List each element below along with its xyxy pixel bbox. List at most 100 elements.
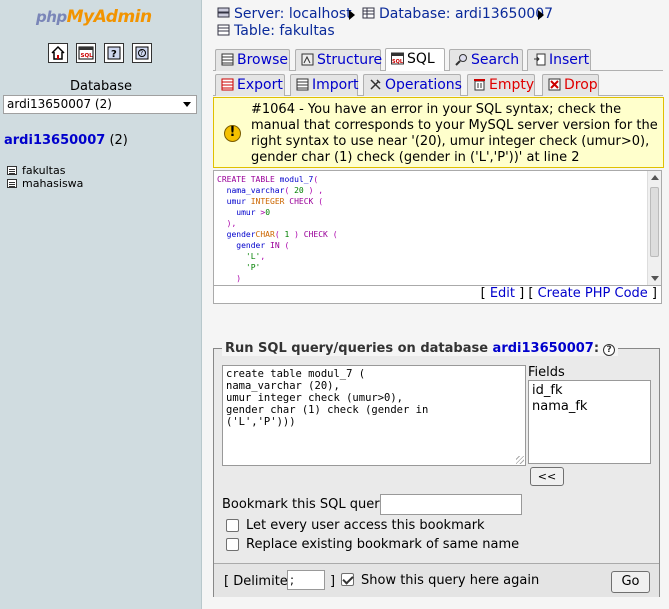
legend-colon: : <box>593 341 600 356</box>
every-user-checkbox[interactable] <box>226 519 239 532</box>
tab-insert[interactable]: Insert <box>527 49 591 71</box>
export-icon <box>221 78 234 91</box>
table-item-label[interactable]: fakultas <box>22 164 65 177</box>
show-query-label[interactable]: Show this query here again <box>361 573 539 588</box>
table-icon[interactable] <box>7 179 17 188</box>
table-item-label[interactable]: mahasiswa <box>22 177 83 190</box>
browse-icon <box>221 53 234 66</box>
tab-label[interactable]: Import <box>312 77 358 93</box>
delimiter-input[interactable]: ; <box>287 570 325 590</box>
bracket-close: ] <box>647 286 657 301</box>
tab-label[interactable]: Drop <box>564 77 598 93</box>
tab-operations[interactable]: Operations <box>363 74 462 96</box>
database-link[interactable]: ardi13650007 (2) <box>4 133 128 148</box>
sql-query-text[interactable]: create table modul_7 ( nama_varchar (20)… <box>226 368 428 428</box>
show-query-checkbox[interactable] <box>341 573 354 586</box>
edit-query-link[interactable]: Edit <box>490 286 515 301</box>
tab-empty[interactable]: Empty <box>467 74 535 96</box>
sql-icon: SQL <box>391 52 404 65</box>
tab-label[interactable]: Structure <box>317 52 382 68</box>
scroll-up-icon[interactable] <box>651 175 659 180</box>
logo-my-text: My <box>66 7 95 27</box>
breadcrumb-database-label[interactable]: Database: ardi13650007 <box>379 6 553 22</box>
warning-icon <box>224 125 241 142</box>
error-message-box: #1064 - You have an error in your SQL sy… <box>213 97 664 168</box>
replace-bookmark-label[interactable]: Replace existing bookmark of same name <box>246 537 519 552</box>
field-option-nama-fk[interactable]: nama_fk <box>532 399 647 415</box>
tab-search[interactable]: Search <box>449 49 523 71</box>
resize-grip-icon[interactable] <box>516 456 524 464</box>
every-user-label[interactable]: Let every user access this bookmark <box>246 518 485 533</box>
docs-icon[interactable]: ? <box>104 43 124 63</box>
sql-query-icon[interactable]: SQL <box>76 43 96 63</box>
fieldset-legend: Run SQL query/queries on database ardi13… <box>222 341 619 356</box>
tab-sql[interactable]: SQL SQL <box>385 48 445 71</box>
breadcrumb-database[interactable]: Database: ardi13650007 <box>362 6 553 22</box>
database-select[interactable]: ardi13650007 (2) <box>3 95 197 114</box>
tab-label[interactable]: Empty <box>489 77 534 93</box>
main-frame: Server: localhost Database: ardi13650007… <box>203 0 669 609</box>
svg-text:SQL: SQL <box>81 53 94 59</box>
create-php-code-link[interactable]: Create PHP Code <box>538 286 648 301</box>
tab-structure[interactable]: Structure <box>295 49 382 71</box>
import-icon <box>296 78 309 91</box>
tab-label[interactable]: Operations <box>385 77 462 93</box>
chevron-down-icon <box>183 102 191 107</box>
help-icon[interactable]: ? <box>132 43 152 63</box>
tab-label[interactable]: SQL <box>407 51 435 67</box>
breadcrumb-separator-icon <box>538 10 544 20</box>
table-icon[interactable] <box>7 166 17 175</box>
fields-listbox[interactable]: id_fk nama_fk <box>528 380 651 464</box>
table-icon <box>217 24 230 36</box>
help-icon[interactable]: ? <box>603 344 616 356</box>
breadcrumb-server-label[interactable]: Server: localhost <box>234 6 352 22</box>
fields-label: Fields <box>528 365 565 380</box>
run-sql-query-fieldset: Run SQL query/queries on database ardi13… <box>213 341 660 597</box>
legend-text: Run SQL query/queries on database <box>225 341 489 356</box>
tab-label[interactable]: Browse <box>237 52 288 68</box>
svg-text:?: ? <box>140 50 143 57</box>
empty-icon <box>474 79 485 91</box>
logo-php-text: php <box>36 8 67 26</box>
replace-bookmark-checkbox[interactable] <box>226 538 239 551</box>
error-message-text: #1064 - You have an error in your SQL sy… <box>251 102 658 165</box>
bracket-close: ] [ <box>515 286 538 301</box>
legend-database-link[interactable]: ardi13650007 <box>493 341 594 356</box>
insert-field-button[interactable]: << <box>530 467 564 486</box>
code-scrollbar[interactable] <box>647 171 661 285</box>
database-select-value: ardi13650007 (2) <box>7 97 112 111</box>
tab-label[interactable]: Insert <box>549 52 589 68</box>
svg-text:?: ? <box>111 49 117 60</box>
sql-query-textarea[interactable]: create table modul_7 ( nama_varchar (20)… <box>222 365 526 466</box>
breadcrumb-server[interactable]: Server: localhost <box>217 6 352 22</box>
tab-drop[interactable]: Drop <box>542 74 599 96</box>
database-label: Database <box>69 79 133 94</box>
bookmark-input[interactable] <box>380 494 522 515</box>
breadcrumb-table-label[interactable]: Table: fakultas <box>234 23 335 39</box>
tab-label[interactable]: Search <box>471 52 519 68</box>
svg-text:SQL: SQL <box>392 59 404 65</box>
query-actions: [ Edit ] [ Create PHP Code ] <box>213 286 662 304</box>
database-link-count: (2) <box>109 133 128 148</box>
phpmyadmin-logo[interactable]: phpMyAdmin <box>36 7 152 27</box>
database-link-name[interactable]: ardi13650007 <box>4 133 105 148</box>
delimiter-label: [ Delimiter <box>224 574 294 589</box>
delimiter-row: [ Delimiter ; ] Show this query here aga… <box>214 563 659 597</box>
tab-label[interactable]: Export <box>237 77 283 93</box>
tab-browse[interactable]: Browse <box>215 49 290 71</box>
delimiter-bracket: ] <box>330 574 336 589</box>
breadcrumb-separator-icon <box>349 10 355 20</box>
highlighted-sql-query: CREATE TABLE modul_7( nama_varchar( 20 )… <box>217 175 338 283</box>
tab-export[interactable]: Export <box>215 74 285 96</box>
home-icon[interactable] <box>48 43 68 63</box>
tab-import[interactable]: Import <box>290 74 358 96</box>
breadcrumb-table[interactable]: Table: fakultas <box>217 23 335 39</box>
bracket-open: [ <box>480 286 490 301</box>
table-item-fakultas[interactable]: fakultas <box>7 164 65 177</box>
delimiter-input-value[interactable]: ; <box>290 573 294 587</box>
table-item-mahasiswa[interactable]: mahasiswa <box>7 177 83 190</box>
scroll-down-icon[interactable] <box>651 276 659 281</box>
go-button[interactable]: Go <box>611 571 650 593</box>
field-option-id-fk[interactable]: id_fk <box>532 383 647 399</box>
scrollbar-thumb[interactable] <box>650 187 659 257</box>
